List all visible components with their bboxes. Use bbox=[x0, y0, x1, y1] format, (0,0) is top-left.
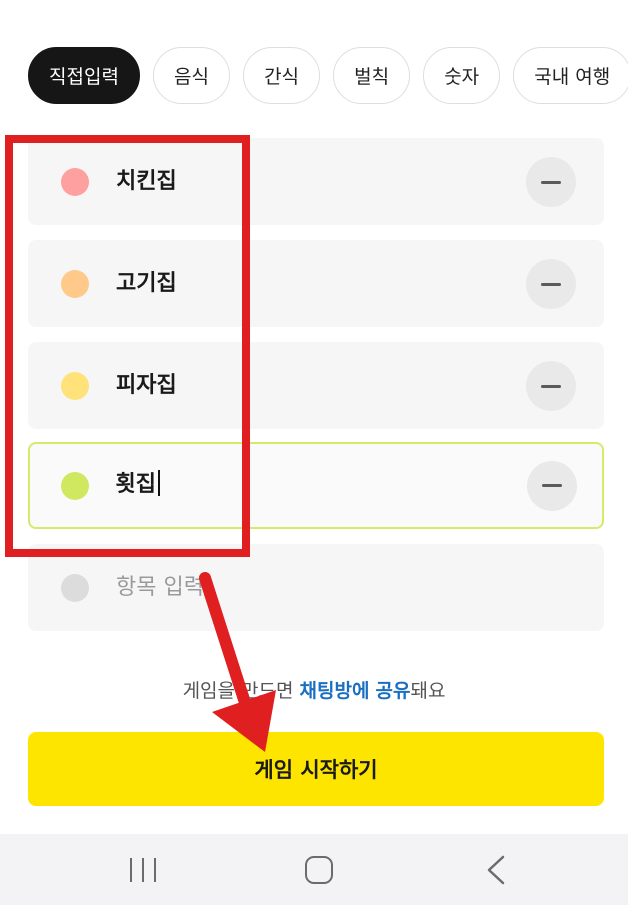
annotation-arrow bbox=[199, 572, 276, 752]
